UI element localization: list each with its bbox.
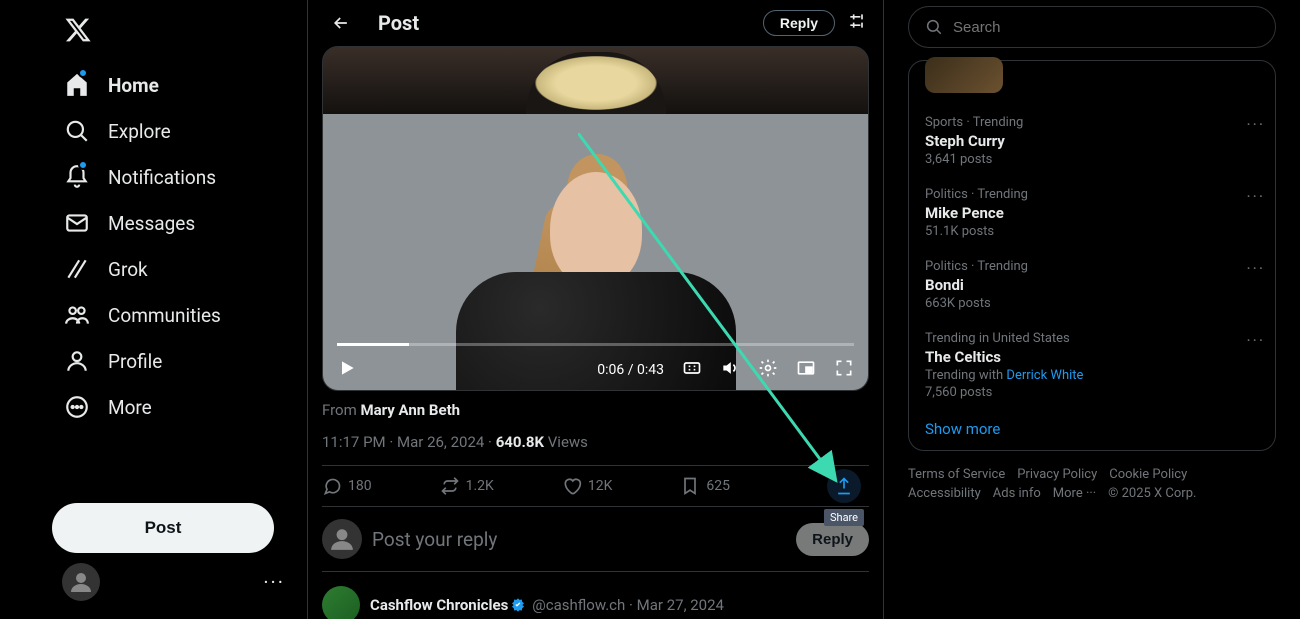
display-settings-icon[interactable]	[847, 11, 867, 35]
video-time: 0:06 / 0:43	[597, 362, 664, 378]
more-dots-icon: ···	[263, 570, 285, 594]
footer-copyright: © 2025 X Corp.	[1108, 486, 1196, 501]
trend-item[interactable]: Trending in United States The Celtics Tr…	[925, 321, 1259, 410]
show-more-link[interactable]: Show more	[925, 410, 1259, 438]
more-icon	[64, 394, 90, 420]
footer-accessibility[interactable]: Accessibility	[908, 486, 981, 501]
captions-icon[interactable]	[682, 358, 702, 382]
reply-author: Cashflow Chronicles	[370, 596, 508, 614]
video-source: From Mary Ann Beth	[322, 401, 869, 419]
settings-gear-icon[interactable]	[758, 358, 778, 382]
nav-label: Home	[108, 74, 159, 97]
nav-messages[interactable]: Messages	[52, 200, 295, 246]
nav-label: Grok	[108, 258, 148, 281]
fullscreen-icon[interactable]	[834, 358, 854, 382]
play-icon[interactable]	[337, 358, 357, 382]
post-content: 0:06 / 0:43 From Mary Ann Beth 11:17 PM …	[308, 46, 883, 619]
header-reply-button[interactable]: Reply	[763, 10, 835, 36]
left-navigation: Home Explore Notifications Messages Grok	[0, 0, 308, 619]
nav-communities[interactable]: Communities	[52, 292, 295, 338]
right-sidebar: Sports · Trending Steph Curry 3,641 post…	[884, 0, 1300, 619]
compose-post-button[interactable]: Post	[52, 503, 274, 553]
nav-label: More	[108, 396, 152, 419]
footer-ads[interactable]: Ads info	[993, 486, 1041, 501]
search-input[interactable]	[953, 19, 1259, 36]
nav-label: Notifications	[108, 166, 216, 189]
reply-submit-button[interactable]: Reply	[796, 523, 869, 556]
reply-input[interactable]: Post your reply	[372, 528, 796, 551]
back-button[interactable]	[324, 6, 358, 40]
nav-label: Explore	[108, 120, 171, 143]
home-badge	[78, 68, 88, 78]
nav-label: Messages	[108, 212, 195, 235]
search-bar[interactable]	[908, 6, 1276, 48]
volume-icon[interactable]	[720, 358, 740, 382]
share-tooltip: Share	[824, 509, 864, 526]
trend-item[interactable]: Sports · Trending Steph Curry 3,641 post…	[925, 105, 1259, 177]
pip-icon[interactable]	[796, 358, 816, 382]
trend-item[interactable]: Politics · Trending Mike Pence 51.1K pos…	[925, 177, 1259, 249]
more-dots-icon[interactable]: ···	[1246, 331, 1265, 350]
footer-more[interactable]: More ···	[1053, 486, 1096, 501]
retweet-action[interactable]: 1.2K	[440, 476, 494, 496]
footer-privacy[interactable]: Privacy Policy	[1017, 467, 1097, 482]
nav-label: Profile	[108, 350, 162, 373]
search-icon	[64, 118, 90, 144]
nav-home[interactable]: Home	[52, 62, 295, 108]
person-icon	[64, 348, 90, 374]
footer-links: Terms of Service Privacy Policy Cookie P…	[908, 467, 1228, 501]
nav-explore[interactable]: Explore	[52, 108, 295, 154]
avatar	[62, 563, 100, 601]
nav-notifications[interactable]: Notifications	[52, 154, 295, 200]
account-switcher[interactable]: ···	[52, 553, 295, 611]
verified-icon	[510, 597, 526, 613]
reply-action[interactable]: 180	[322, 476, 372, 496]
page-title: Post	[378, 11, 763, 35]
avatar	[322, 586, 360, 619]
post-actions: 180 1.2K 12K 625 Share	[322, 465, 869, 507]
footer-tos[interactable]: Terms of Service	[908, 467, 1005, 482]
nav-grok[interactable]: Grok	[52, 246, 295, 292]
like-action[interactable]: 12K	[562, 476, 613, 496]
reply-item[interactable]: Cashflow Chronicles @cashflow.ch · Mar 2…	[322, 571, 869, 619]
x-logo[interactable]	[52, 8, 295, 56]
trending-with-link[interactable]: Derrick White	[1006, 368, 1083, 383]
trend-thumbnail[interactable]	[925, 57, 1003, 93]
search-icon	[925, 18, 943, 36]
trend-item[interactable]: Politics · Trending Bondi 663K posts ···	[925, 249, 1259, 321]
reply-handle: @cashflow.ch · Mar 27, 2024	[532, 596, 724, 614]
notification-badge	[78, 160, 88, 170]
main-column: Post Reply 0:06 / 0:43	[308, 0, 884, 619]
video-player[interactable]: 0:06 / 0:43	[322, 46, 869, 391]
video-controls: 0:06 / 0:43	[323, 343, 868, 390]
people-icon	[64, 302, 90, 328]
more-dots-icon[interactable]: ···	[1246, 115, 1265, 134]
nav-label: Communities	[108, 304, 221, 327]
reply-composer: Post your reply Reply	[322, 507, 869, 571]
grok-icon	[64, 256, 90, 282]
share-action[interactable]: Share	[827, 469, 861, 503]
bookmark-action[interactable]: 625	[680, 476, 730, 496]
more-dots-icon[interactable]: ···	[1246, 187, 1265, 206]
nav-profile[interactable]: Profile	[52, 338, 295, 384]
avatar	[322, 519, 362, 559]
trends-card: Sports · Trending Steph Curry 3,641 post…	[908, 60, 1276, 451]
post-meta: 11:17 PM · Mar 26, 2024 · 640.8K Views	[322, 433, 869, 451]
footer-cookie[interactable]: Cookie Policy	[1109, 467, 1187, 482]
video-progress[interactable]	[337, 343, 854, 346]
mail-icon	[64, 210, 90, 236]
more-dots-icon[interactable]: ···	[1246, 259, 1265, 278]
post-header: Post Reply	[308, 0, 883, 46]
nav-more[interactable]: More	[52, 384, 295, 430]
